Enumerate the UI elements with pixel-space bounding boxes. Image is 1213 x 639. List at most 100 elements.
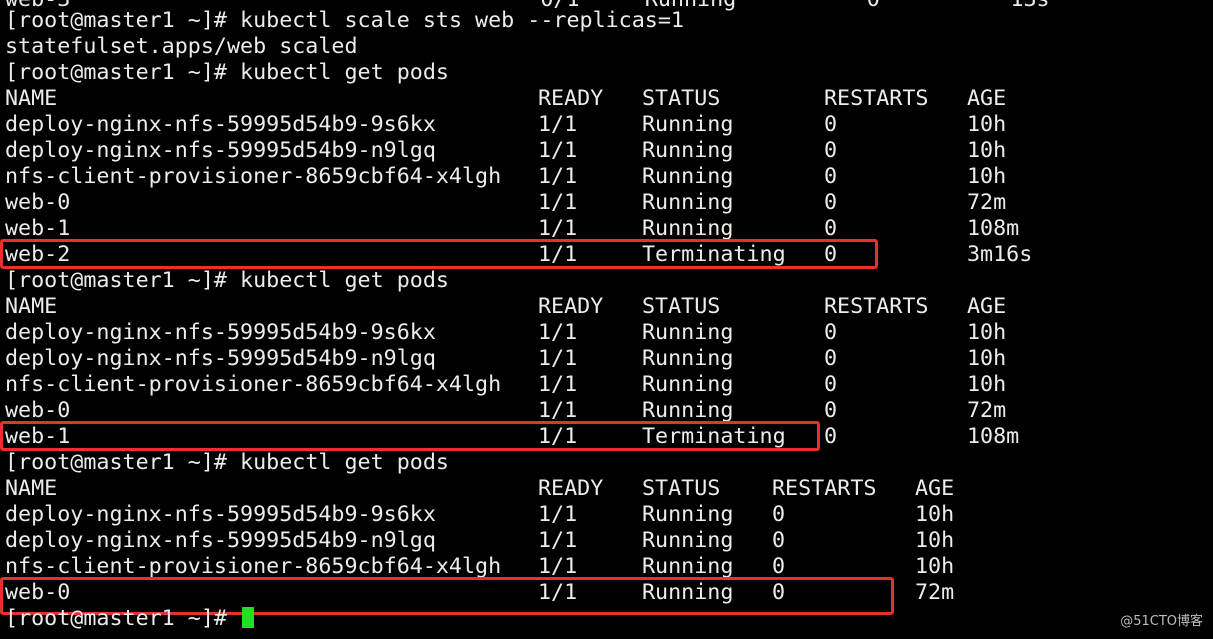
cell-status: Running (642, 112, 734, 137)
cell-restarts: 0 (824, 424, 838, 449)
cell-ready: 1/1 (538, 424, 578, 449)
table-row: web-1 1/1 Running 0 108m (5, 216, 1205, 242)
command-line: [root@master1 ~]# kubectl get pods (5, 450, 449, 476)
watermark: @51CTO博客 (1120, 614, 1203, 629)
cell-ready: 1/1 (538, 398, 578, 423)
shell-prompt: [root@master1 ~]# (5, 268, 241, 293)
cell-age: 108m (967, 216, 1020, 241)
cell-name: deploy-nginx-nfs-59995d54b9-n9lgq (5, 138, 436, 163)
table-row: nfs-client-provisioner-8659cbf64-x4lgh 1/… (5, 164, 1205, 190)
cell-status: Running (642, 528, 734, 553)
cell-name: NAME (5, 476, 58, 501)
cell-age: 10h (967, 372, 1007, 397)
shell-prompt: [root@master1 ~]# (5, 606, 241, 631)
table-row: deploy-nginx-nfs-59995d54b9-n9lgq 1/1 Runn… (5, 138, 1205, 164)
cell-age: AGE (915, 476, 955, 501)
terminal-window[interactable]: web-3 0/1 Running 0 13s[root@master1 ~]#… (0, 0, 1213, 639)
cell-name: deploy-nginx-nfs-59995d54b9-9s6kx (5, 502, 436, 527)
table-row: deploy-nginx-nfs-59995d54b9-n9lgq 1/1 Runn… (5, 528, 1205, 554)
cell-status: Running (642, 502, 734, 527)
cell-name: web-0 (5, 398, 71, 423)
cell-age: 3m16s (967, 242, 1033, 267)
cell-status: Terminating (642, 242, 786, 267)
cell-status: Running (642, 554, 734, 579)
table-row: web-0 1/1 Running 0 72m (5, 580, 1205, 606)
table-header: NAME READY STATUS RESTARTS AGE (5, 86, 1205, 112)
cell-status: Running (642, 138, 734, 163)
cell-restarts: 0 (824, 164, 838, 189)
cell-name: NAME (5, 294, 58, 319)
cell-age: 10h (967, 346, 1007, 371)
cell-ready: 1/1 (538, 346, 578, 371)
cell-status: Running (642, 580, 734, 605)
cell-restarts: 0 (824, 112, 838, 137)
cell-restarts: 0 (772, 580, 786, 605)
table-row: web-2 1/1 Terminating 0 3m16s (5, 242, 1205, 268)
cell-name: deploy-nginx-nfs-59995d54b9-9s6kx (5, 112, 436, 137)
cell-age: 10h (967, 138, 1007, 163)
cell-ready: READY (538, 476, 604, 501)
cell-ready: 1/1 (538, 216, 578, 241)
command-text: kubectl get pods (240, 450, 449, 475)
cell-name: deploy-nginx-nfs-59995d54b9-9s6kx (5, 320, 436, 345)
cell-name: nfs-client-provisioner-8659cbf64-x4lgh (5, 554, 502, 579)
cell-ready: 1/1 (538, 190, 578, 215)
cell-status: Running (642, 320, 734, 345)
cell-restarts: 0 (824, 320, 838, 345)
command-line: [root@master1 ~]# kubectl get pods (5, 60, 449, 86)
cell-ready: 1/1 (538, 528, 578, 553)
cell-restarts: 0 (772, 528, 786, 553)
cell-age: 10h (967, 320, 1007, 345)
cursor-block[interactable] (242, 607, 255, 628)
cell-ready: READY (538, 294, 604, 319)
cell-restarts: 0 (824, 216, 838, 241)
cell-restarts: 0 (824, 372, 838, 397)
cell-ready: 1/1 (538, 242, 578, 267)
shell-prompt: [root@master1 ~]# (5, 60, 241, 85)
cell-age: 72m (915, 580, 955, 605)
table-row: nfs-client-provisioner-8659cbf64-x4lgh 1/… (5, 554, 1205, 580)
cell-age: 10h (967, 112, 1007, 137)
table-row: web-0 1/1 Running 0 72m (5, 190, 1205, 216)
cell-restarts: 0 (824, 346, 838, 371)
cell-restarts: 0 (772, 502, 786, 527)
cell-restarts: 0 (824, 190, 838, 215)
command-text: kubectl get pods (240, 268, 449, 293)
cell-name: nfs-client-provisioner-8659cbf64-x4lgh (5, 372, 502, 397)
cell-age: 108m (967, 424, 1020, 449)
cell-ready: 1/1 (538, 554, 578, 579)
output-line: statefulset.apps/web scaled (5, 34, 358, 59)
table-row: nfs-client-provisioner-8659cbf64-x4lgh 1/… (5, 372, 1205, 398)
cell-ready: 1/1 (538, 164, 578, 189)
table-row: deploy-nginx-nfs-59995d54b9-9s6kx 1/1 Runn… (5, 112, 1205, 138)
cell-name: web-0 (5, 190, 71, 215)
table-row: deploy-nginx-nfs-59995d54b9-n9lgq 1/1 Runn… (5, 346, 1205, 372)
cell-ready: 1/1 (538, 502, 578, 527)
table-row: deploy-nginx-nfs-59995d54b9-9s6kx 1/1 Runn… (5, 320, 1205, 346)
command-text: kubectl get pods (240, 60, 449, 85)
cell-status: Terminating (642, 424, 786, 449)
command-text: kubectl scale sts web --replicas=1 (240, 8, 684, 33)
cell-ready: 1/1 (538, 580, 578, 605)
cell-status: Running (642, 216, 734, 241)
cell-status: Running (642, 346, 734, 371)
cell-ready: READY (538, 86, 604, 111)
cell-restarts: 0 (824, 398, 838, 423)
cell-name: NAME (5, 86, 58, 111)
cell-age: 10h (915, 502, 955, 527)
cell-ready: 1/1 (538, 372, 578, 397)
cell-status: Running (642, 372, 734, 397)
cell-name: nfs-client-provisioner-8659cbf64-x4lgh (5, 164, 502, 189)
shell-prompt: [root@master1 ~]# (5, 8, 241, 33)
cell-ready: 1/1 (538, 138, 578, 163)
cell-name: deploy-nginx-nfs-59995d54b9-n9lgq (5, 346, 436, 371)
table-row: deploy-nginx-nfs-59995d54b9-9s6kx 1/1 Runn… (5, 502, 1205, 528)
table-row: web-1 1/1 Terminating 0 108m (5, 424, 1205, 450)
cell-age: AGE (967, 86, 1007, 111)
cell-status: Running (642, 398, 734, 423)
cell-age: 72m (967, 190, 1007, 215)
prompt-line: [root@master1 ~]# (5, 606, 255, 632)
cell-name: web-1 (5, 216, 71, 241)
cell-restarts: 0 (824, 138, 838, 163)
cell-age: AGE (967, 294, 1007, 319)
